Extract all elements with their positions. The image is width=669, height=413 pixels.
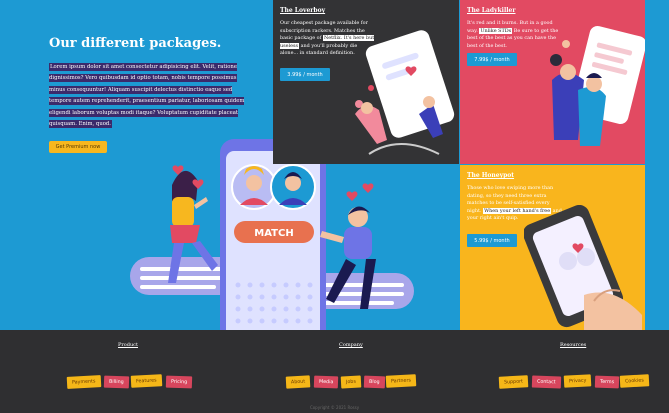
hero-description-text: Lorem ipsum dolor sit amet consectetur a…: [49, 63, 245, 129]
package-description: Our cheapest package available for subsc…: [280, 20, 376, 58]
get-premium-button[interactable]: Get Premium now: [49, 141, 107, 153]
hearts: [172, 165, 374, 201]
left-bubble: [130, 257, 254, 295]
footer-heading-company[interactable]: Company: [339, 342, 363, 348]
footer-link-about[interactable]: About: [285, 375, 311, 389]
desc-highlight: When your left hand's free: [483, 207, 552, 214]
profile-woman: [231, 164, 277, 210]
price-button[interactable]: 3.99$ / month: [280, 68, 330, 81]
package-title[interactable]: The Loverboy: [280, 7, 325, 14]
footer-link-payments[interactable]: Payments: [66, 375, 101, 389]
package-card-ladykiller: The Ladykiller It's red and it burns. Bu…: [460, 0, 645, 164]
footer-link-media[interactable]: Media: [313, 375, 339, 389]
right-bubble: [288, 273, 414, 309]
footer-link-support[interactable]: Support: [498, 375, 529, 389]
package-title[interactable]: The Honeypot: [467, 172, 514, 179]
footer-link-features[interactable]: Features: [130, 374, 162, 388]
desc-highlight: Unlike STDs: [479, 27, 513, 34]
package-description: Those who love swiping more than dating,…: [467, 185, 563, 223]
footer-link-privacy[interactable]: Privacy: [563, 374, 592, 388]
hero-title: Our different packages.: [49, 36, 222, 51]
footer-link-jobs[interactable]: Jobs: [340, 375, 362, 389]
copyright: Copyright © 2021 Rossy: [309, 405, 360, 410]
footer-link-terms[interactable]: Terms: [594, 375, 620, 389]
phone-device: [220, 139, 326, 353]
match-label: MATCH: [254, 228, 293, 239]
footer-link-blog[interactable]: Blog: [363, 375, 385, 389]
footer-link-partners[interactable]: Partners: [385, 374, 417, 388]
footer-link-contact[interactable]: Contact: [531, 375, 561, 389]
footer-link-cookies[interactable]: Cookies: [619, 374, 650, 388]
footer-link-billing[interactable]: Billing: [103, 375, 129, 389]
package-card-loverboy: The Loverboy Our cheapest package availa…: [273, 0, 459, 164]
price-button[interactable]: 7.99$ / month: [467, 53, 517, 66]
couple-match-illustration: MATCH: [130, 139, 414, 353]
man-figure: [320, 206, 376, 309]
footer-heading-resources[interactable]: Resources: [560, 342, 586, 348]
price-button[interactable]: 5.99$ / month: [467, 234, 517, 247]
profile-man: [270, 164, 316, 210]
package-description: It's red and it burns. But in a good way…: [467, 20, 563, 50]
match-badge: [234, 221, 314, 243]
package-card-honeypot: The Honeypot Those who love swiping more…: [460, 165, 645, 330]
footer-heading-product[interactable]: Product: [118, 342, 138, 348]
woman-figure: [168, 170, 218, 283]
hero-description: Lorem ipsum dolor sit amet consectetur a…: [49, 62, 249, 130]
footer-link-pricing[interactable]: Pricing: [165, 375, 193, 389]
hand-phone-illustration: [524, 205, 642, 330]
package-title[interactable]: The Ladykiller: [467, 7, 516, 14]
page: Our different packages. Lorem ipsum dolo…: [0, 0, 669, 413]
